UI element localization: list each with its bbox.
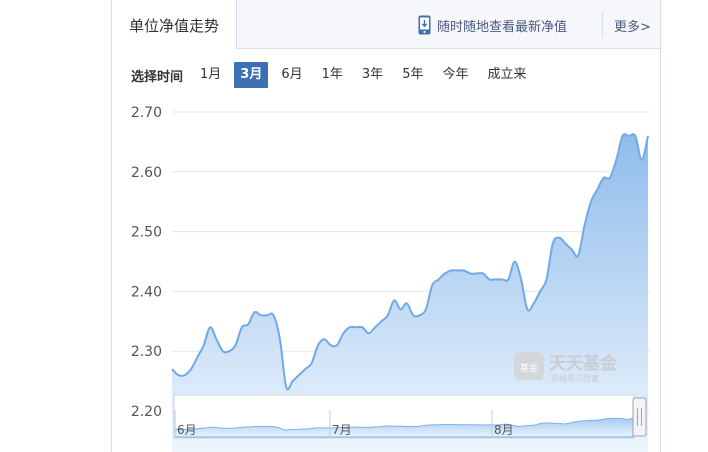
nav-area-chart[interactable]: 2.202.302.402.502.602.70 基金 天天基金 链接您与财富 …: [112, 0, 661, 452]
navigator-month-label: 6月: [177, 423, 197, 437]
y-tick-label: 2.20: [131, 404, 162, 420]
watermark-badge-text: 基金: [520, 362, 538, 374]
y-tick-label: 2.30: [131, 344, 162, 360]
nav-trend-panel: 单位净值走势 随时随地查看最新净值 更多> 选择时间 1月 3月 6月 1年 3…: [111, 0, 661, 452]
y-tick-label: 2.60: [131, 165, 162, 181]
y-tick-label: 2.40: [131, 284, 162, 300]
range-navigator[interactable]: 6月 7月 8月: [173, 394, 647, 439]
navigator-month-label: 8月: [494, 423, 514, 437]
watermark-slogan: 链接您与财富: [551, 373, 599, 383]
y-tick-label: 2.50: [131, 225, 162, 241]
watermark-name: 天天基金: [549, 353, 618, 374]
navigator-right-handle[interactable]: [632, 397, 647, 437]
navigator-month-label: 7月: [332, 423, 352, 437]
y-tick-label: 2.70: [131, 105, 162, 121]
